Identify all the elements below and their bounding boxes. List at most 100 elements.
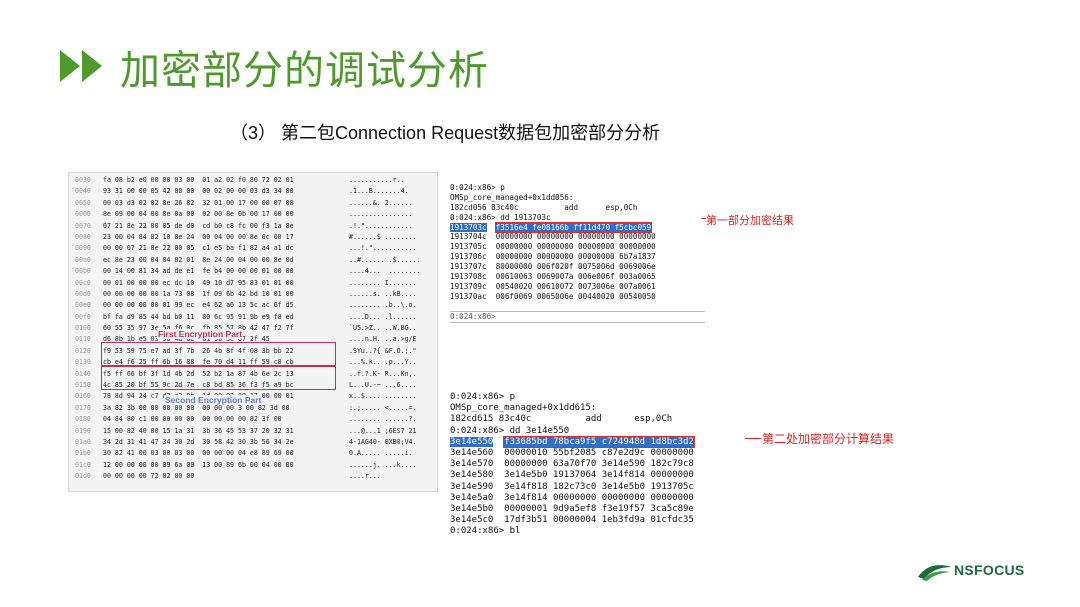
hex-row: 010060 55 35 97 3e 5a f6 0c fb 85 57 8b … — [69, 323, 437, 334]
debugger-2-lines: 0:024:x86> p OMSp_core_managed+0x1dd615: 1… — [450, 392, 748, 537]
hex-ascii: 4-1AG40- 0XB0;V4. — [349, 437, 417, 446]
hex-offset: 0050 — [75, 198, 91, 207]
hex-offset: 0030 — [75, 176, 91, 184]
hex-offset: 01b0 — [75, 449, 91, 458]
debugger-line: 1913706c 00000000 00000000 00000000 6b7a… — [450, 252, 656, 262]
debugger-output-2: 0:024:x86> p OMSp_core_managed+0x1dd615: 1… — [450, 392, 748, 536]
hex-bytes: 8e 09 00 04 00 8e 0a 00 02 00 8e 0b 00 1… — [103, 210, 294, 219]
hex-row: 00a0 ec 8e 23 00 04 84 82 01 8e 24 00 04 … — [69, 255, 437, 266]
debugger-line: 1913705c 00000000 00000000 00000000 0000… — [450, 242, 656, 252]
debugger-line: 1913709c 00540020 00610072 0073006e 007a… — [450, 281, 656, 291]
hex-row: 01d0 00 00 00 00 72 02 00 00 ....r... — [69, 471, 437, 482]
hex-ascii: ...%.k.. .p...Y.. — [349, 358, 417, 367]
hex-ascii: ........ I....... — [349, 278, 417, 287]
hex-dump-panel: 0030 fa 08 b2 e0 00 00 03 00 01 a2 02 f0 … — [68, 172, 438, 492]
hex-offset: 00f0 — [75, 312, 91, 321]
hex-offset: 0190 — [75, 426, 91, 435]
debugger-line: 0:024:x86> p — [450, 392, 516, 402]
hex-ascii: ................ — [349, 210, 413, 219]
hex-bytes: 00 00 00 00 72 02 00 00 — [103, 472, 195, 481]
debugger-line: 0:024:x86> dd 3e14e550 — [450, 425, 570, 436]
hex-bytes: 30 82 41 00 03 00 03 00 00 00 00 04 e8 8… — [103, 449, 294, 458]
hex-offset: 0090 — [75, 244, 91, 253]
hex-row: 00f0 bf fa d9 85 44 bd b0 11 80 6c 95 91 … — [69, 312, 437, 323]
hex-offset: 0140 — [75, 369, 91, 378]
debugger-line: 0:024:x86> p — [450, 183, 505, 192]
hex-ascii: ...@...1 ;6ES7 21 — [349, 426, 417, 435]
hex-bytes: 23 00 04 84 82 10 8e 24 00 04 00 00 8e 0… — [103, 232, 294, 241]
debugger-line: 0:024:x86> dd 1913703c — [450, 212, 551, 222]
hex-bytes: 00 00 07 21 8e 22 00 05 c1 e5 ba f1 82 a… — [103, 244, 294, 253]
annotation-2-connector — [745, 438, 761, 439]
nsfocus-logo-icon — [918, 565, 952, 581]
hex-bytes: ec 8e 23 00 04 84 82 01 8e 24 00 04 00 0… — [103, 255, 294, 264]
hex-row: 00e0 00 00 00 00 00 01 99 ec e4 62 a6 13 … — [69, 300, 437, 311]
debugger-line: 1913707c 80000000 006f020f 0075006d 0069… — [450, 262, 656, 272]
memory-address: 3e14e550 — [450, 436, 494, 447]
hex-row: 0190 15 00 82 40 00 15 1a 31 3b 36 45 53 … — [69, 426, 437, 437]
hex-ascii: L. .U.-~ ...6.... — [349, 381, 417, 390]
hex-ascii: :.;..... <.....=. — [349, 403, 417, 412]
hex-bytes: 07 21 8e 22 00 05 de d0 cd b0 c8 fc 00 f… — [103, 221, 294, 230]
highlighted-memory-line: 1913703c f3516e4 fe08166b ff11d470 f5cbc… — [450, 221, 705, 233]
highlighted-memory-line: 3e14e550 f33685bd 78bca9f5 c724948d 1d8b… — [450, 435, 748, 448]
hex-offset: 00a0 — [75, 255, 91, 264]
debugger-line: 3e14e5c0 17df3b51 00000004 1eb3fd9a 01cf… — [450, 515, 694, 526]
hex-ascii: ..#...... .$...... — [349, 255, 421, 264]
debugger-line: 182cd615 83c40c add esp,0Ch — [450, 414, 673, 425]
hex-offset: 0180 — [75, 415, 91, 424]
debugger-line: 182cd056 83c40c add esp,0Ch — [450, 202, 638, 212]
hex-row: 01b0 30 82 41 00 03 00 03 00 00 00 00 04 … — [69, 448, 437, 459]
hex-offset: 0170 — [75, 403, 91, 412]
hex-offset: 00d0 — [75, 289, 91, 298]
debugger-line: 1913708c 00610063 0069007a 006e006f 003a… — [450, 272, 656, 282]
double-chevron-right-icon — [60, 50, 102, 82]
debugger-1-prompt[interactable]: 0:024:x86> — [450, 310, 705, 323]
debugger-line: 0:024:x86> bl — [450, 526, 521, 537]
hex-ascii: ...!."........... — [349, 244, 417, 253]
hex-offset: 01d0 — [75, 472, 91, 481]
hex-offset: 0070 — [75, 221, 91, 230]
hex-offset: 0150 — [75, 381, 91, 390]
hex-bytes: 93 31 00 00 05 42 00 00 00 02 00 00 03 d… — [103, 187, 294, 196]
debugger-line: 1913704c 00000000 00000000 00000000 0000… — [450, 232, 656, 242]
hex-offset: 0160 — [75, 392, 91, 401]
slide-title: 加密部分的调试分析 — [120, 48, 489, 94]
hex-dump-rows: 0030 fa 08 b2 e0 00 00 03 00 01 a2 02 f0 … — [69, 175, 437, 483]
hex-ascii: .1...B.......4. — [349, 187, 409, 196]
hex-ascii: ........ ......?. — [349, 415, 417, 424]
hex-bytes: 00 14 00 81 34 ad de e1 fe b4 00 00 00 0… — [103, 267, 294, 276]
debugger-line: 3e14e5a0 3e14f814 00000000 00000000 0000… — [450, 492, 694, 503]
hex-row: 01a0 34 2d 31 41 47 34 30 2d 30 58 42 30 … — [69, 437, 437, 448]
hex-row: 0070 07 21 8e 22 00 05 de d0 cd b0 c8 fc … — [69, 221, 437, 232]
hex-bytes: fa 08 b2 e0 00 00 03 00 01 a2 02 f0 80 7… — [103, 176, 294, 184]
hex-offset: 01c0 — [75, 460, 91, 469]
hex-ascii: ......&. 2...... — [349, 198, 413, 207]
second-encryption-box — [101, 366, 336, 390]
hex-offset: 01a0 — [75, 437, 91, 446]
hex-ascii: ......j. ...k.... — [349, 460, 417, 469]
hex-ascii: ........ .b..\.o. — [349, 301, 417, 310]
hex-offset: 00b0 — [75, 267, 91, 276]
hex-offset: 00e0 — [75, 301, 91, 310]
hex-ascii: ..f.?.K- R...Kn,. — [349, 369, 417, 378]
hex-ascii: `U5.>Z.. ..W.BG.. — [349, 324, 417, 333]
debugger-line: 3e14e580 3e14e5b0 19137064 3e14f814 0000… — [450, 470, 694, 481]
hex-ascii: x..$.... ........ — [349, 392, 417, 401]
hex-row: 00b0 00 14 00 81 34 ad de e1 fe b4 00 00 … — [69, 266, 437, 277]
hex-ascii: ....r... — [349, 472, 381, 481]
hex-ascii: ....4... ........ — [349, 267, 421, 276]
hex-row: 01c0 12 00 00 00 00 89 6a 00 13 00 89 6b … — [69, 460, 437, 471]
hex-ascii: .SYu..?{ &F.O.;." — [349, 346, 417, 355]
hex-bytes: 12 00 00 00 00 89 6a 00 13 00 89 6b 00 0… — [103, 460, 294, 469]
hex-offset: 0110 — [75, 335, 91, 344]
hex-offset: 0120 — [75, 346, 91, 355]
debugger-output-1: 0:024:x86> p OMSp_core_managed+0x1dd056: 1… — [450, 183, 705, 333]
first-encryption-label: First Encryption Part — [157, 329, 244, 339]
encrypted-value: f3516e4 fe08166b ff11d470 f5cbc059 — [494, 221, 653, 233]
hex-bytes: 00 01 00 00 00 ec dc 10 49 10 d7 95 83 0… — [103, 278, 294, 287]
hex-ascii: 0.A..... .....i. — [349, 449, 413, 458]
hex-bytes: 15 00 82 40 00 15 1a 31 3b 36 45 53 37 2… — [103, 426, 294, 435]
hex-bytes: 00 00 00 00 00 01 99 ec e4 62 a6 13 5c a… — [103, 301, 294, 310]
hex-row: 0080 23 00 04 84 82 10 8e 24 00 04 00 00 … — [69, 232, 437, 243]
